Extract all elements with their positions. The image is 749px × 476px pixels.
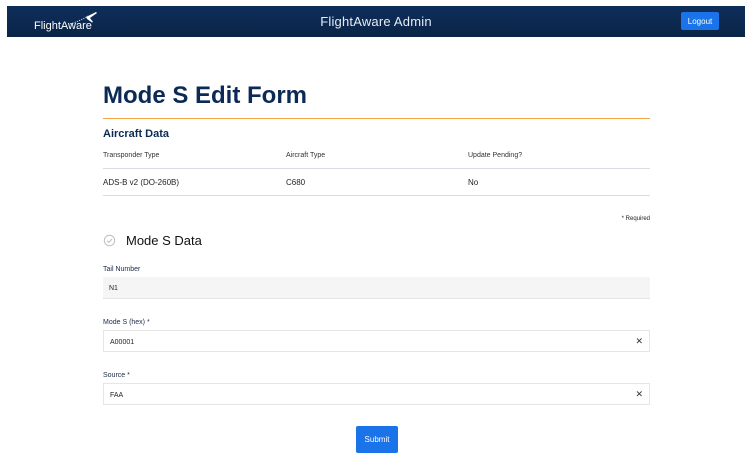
table-header-divider [103,168,650,169]
tail-number-input[interactable] [109,282,629,294]
required-note: * Required [621,216,650,222]
update-pending-value: No [468,178,479,187]
source-label: Source * [103,372,130,379]
column-header-aircraft-type: Aircraft Type [286,152,326,159]
top-navbar: FlightAware FlightAware Admin Logout [7,6,745,37]
tail-number-field[interactable] [103,277,650,299]
logout-button[interactable]: Logout [681,12,719,30]
aircraft-type-value: C680 [286,178,306,187]
mode-s-hex-field[interactable]: ✕ [103,330,650,352]
aircraft-data-heading: Aircraft Data [103,128,170,140]
transponder-type-value: ADS-B v2 (DO-260B) [103,178,180,187]
column-header-transponder-type: Transponder Type [103,152,160,159]
column-header-update-pending: Update Pending? [468,152,523,159]
source-input[interactable] [110,389,630,401]
mode-s-hex-label: Mode S (hex) * [103,319,150,326]
close-icon[interactable]: ✕ [635,388,643,400]
mode-s-hex-input[interactable] [110,336,630,348]
tail-number-label: Tail Number [103,266,141,273]
table-row-divider [103,195,650,196]
close-icon[interactable]: ✕ [635,335,643,347]
title-divider [103,118,650,119]
page-title: Mode S Edit Form [103,82,307,109]
submit-button[interactable]: Submit [356,426,398,453]
source-field[interactable]: ✕ [103,383,650,405]
check-circle-icon [103,234,116,247]
mode-s-data-heading: Mode S Data [126,233,202,248]
app-title: FlightAware Admin [320,14,432,29]
